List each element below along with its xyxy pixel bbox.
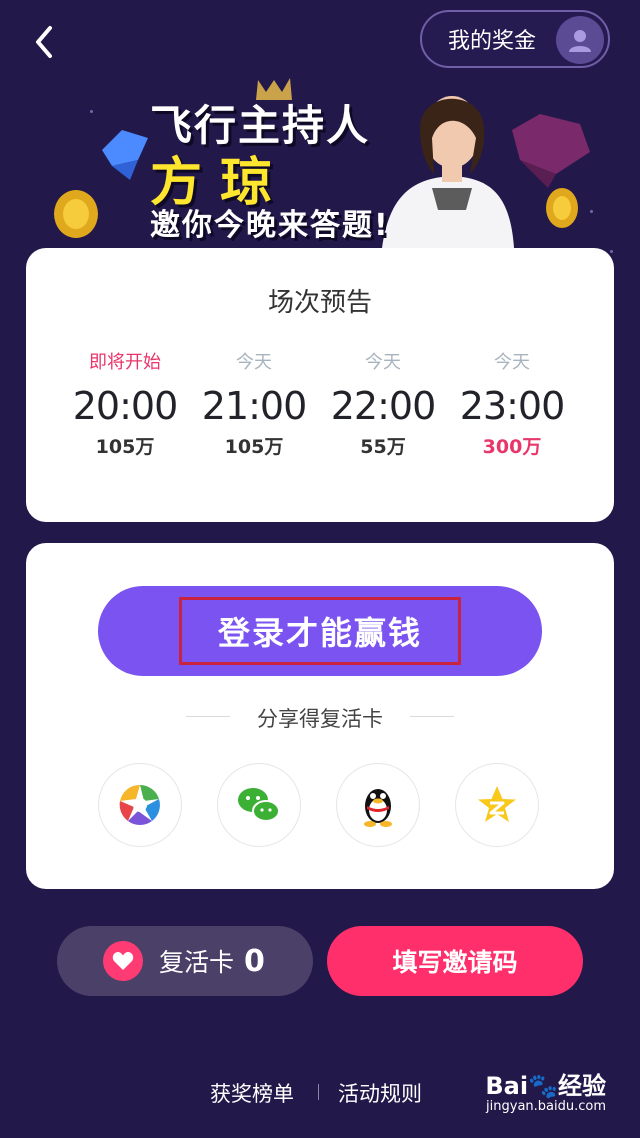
slot-time: 21:00: [201, 384, 308, 428]
slot-time: 23:00: [459, 384, 566, 428]
wechat-icon: [238, 788, 280, 822]
schedule-title: 场次预告: [267, 288, 372, 318]
slot-time: 20:00: [72, 384, 179, 428]
schedule-slot: 今天 22:00 55万: [318, 348, 448, 459]
slot-amount: 105万: [224, 436, 284, 458]
watermark-brand-text: Bai: [485, 1072, 529, 1100]
share-moments-button[interactable]: [98, 763, 182, 847]
schedule-card: 场次预告 即将开始 20:00 105万 今天 21:00 105万 今天 22…: [26, 248, 614, 522]
login-button-label: 登录才能赢钱: [178, 597, 461, 665]
user-avatar: [556, 16, 604, 64]
coin-icon: [54, 190, 98, 238]
slot-amount: 300万: [482, 436, 542, 458]
slot-label: 今天: [236, 352, 272, 373]
diamond-icon: [102, 130, 148, 180]
chevron-left-icon: [36, 26, 52, 58]
user-icon: [569, 30, 591, 52]
watermark-brand-text2: 经验: [558, 1072, 606, 1100]
promo-banner: 飞行主持人 方琼 邀你今晚来答题!: [0, 68, 640, 248]
revive-card-button[interactable]: 复活卡 0: [57, 926, 313, 996]
back-button[interactable]: [28, 22, 62, 62]
qzone-icon: [478, 786, 516, 822]
revive-card-label: 复活卡: [159, 948, 235, 977]
slot-label: 即将开始: [89, 352, 161, 373]
invite-code-button[interactable]: 填写邀请码: [327, 926, 583, 996]
host-portrait: [382, 96, 514, 248]
gem-icon: [512, 114, 590, 188]
share-title: 分享得复活卡: [26, 703, 614, 733]
coin-icon: [546, 188, 578, 228]
schedule-slot: 即将开始 20:00 105万: [60, 348, 190, 459]
my-prize-label: 我的奖金: [448, 29, 537, 54]
schedule-slot: 今天 21:00 105万: [189, 348, 319, 459]
paw-icon: 🐾: [528, 1072, 558, 1100]
share-qzone-button[interactable]: [455, 763, 539, 847]
watermark-url: jingyan.baidu.com: [486, 1099, 606, 1114]
heart-icon: [103, 941, 143, 981]
login-button[interactable]: 登录才能赢钱: [98, 586, 542, 676]
share-wechat-button[interactable]: [217, 763, 301, 847]
slot-amount: 105万: [95, 436, 155, 458]
my-prize-button[interactable]: 我的奖金: [420, 10, 610, 68]
footer-divider: [318, 1084, 319, 1100]
moments-icon: [119, 784, 160, 825]
qq-icon: [364, 789, 392, 827]
rules-link[interactable]: 活动规则: [338, 1078, 422, 1108]
slot-amount: 55万: [360, 436, 406, 458]
slot-label: 今天: [494, 352, 530, 373]
login-card: 登录才能赢钱 分享得复活卡: [26, 543, 614, 889]
slot-time: 22:00: [330, 384, 437, 428]
schedule-slot: 今天 23:00 300万: [447, 348, 577, 459]
slot-label: 今天: [365, 352, 401, 373]
share-qq-button[interactable]: [336, 763, 420, 847]
baidu-watermark: Bai🐾经验 jingyan.baidu.com: [485, 1066, 606, 1114]
revive-card-count: 0: [244, 943, 265, 979]
leaderboard-link[interactable]: 获奖榜单: [210, 1078, 294, 1108]
banner-subtitle: 邀你今晚来答题!: [150, 208, 390, 243]
watermark-brand: Bai🐾经验: [485, 1066, 606, 1101]
